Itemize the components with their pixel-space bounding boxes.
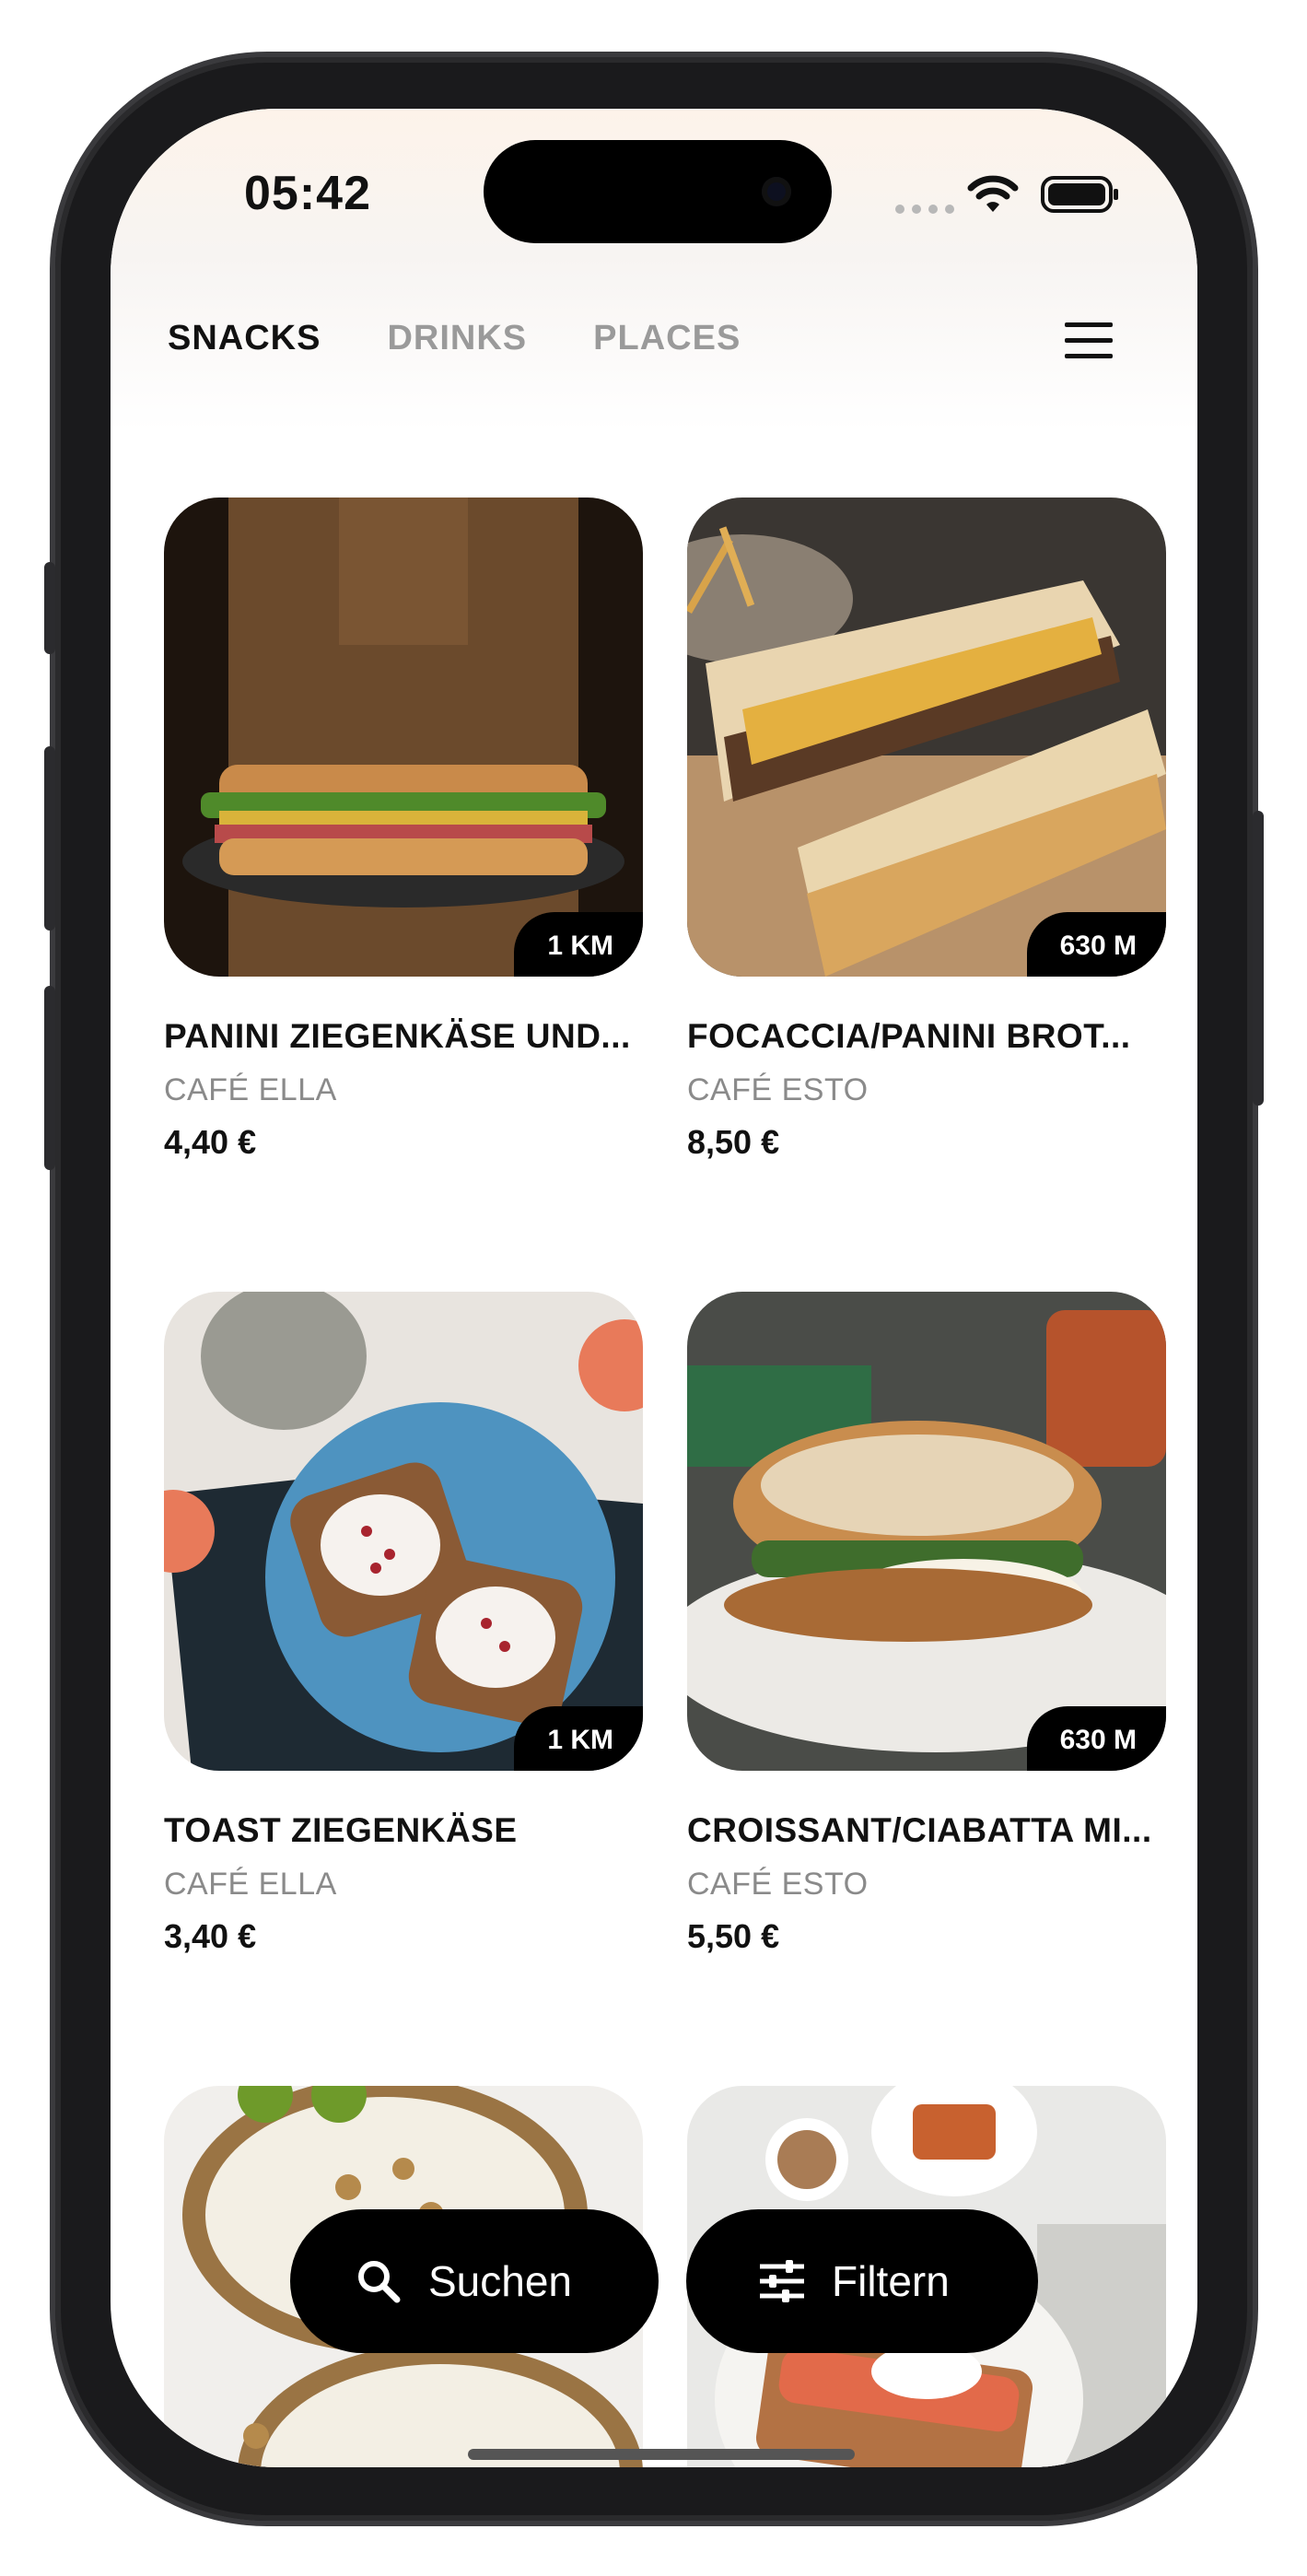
item-title[interactable]: TOAST ZIEGENKÄSE xyxy=(164,1811,643,1850)
snack-card[interactable]: 630 M CROISSANT/CIABATTA MI... CAFÉ ESTO… xyxy=(687,1292,1166,1956)
app-screen: 05:42 SNACKS DRINKS PLACES 1 KM PANINI Z… xyxy=(111,109,1197,2467)
item-title[interactable]: FOCACCIA/PANINI BROT... xyxy=(687,1017,1166,1056)
volume-up-button xyxy=(44,746,55,931)
distance-badge: 1 KM xyxy=(514,1706,643,1771)
item-title[interactable]: PANINI ZIEGENKÄSE UND... xyxy=(164,1017,643,1056)
snack-card[interactable]: 1 KM TOAST ZIEGENKÄSE CAFÉ ELLA 3,40 € xyxy=(164,1292,643,1956)
hamburger-menu-icon[interactable] xyxy=(1065,322,1113,359)
power-button xyxy=(1253,811,1264,1106)
focaccia-image[interactable]: 630 M xyxy=(687,498,1166,977)
sliders-icon xyxy=(760,2260,804,2302)
snack-card[interactable]: 1 KM PANINI ZIEGENKÄSE UND... CAFÉ ELLA … xyxy=(164,498,643,1162)
camera-icon xyxy=(762,177,791,206)
distance-badge: 1 KM xyxy=(514,912,643,977)
distance-badge: 630 M xyxy=(1026,1706,1166,1771)
home-indicator[interactable] xyxy=(468,2449,855,2460)
filter-button[interactable]: Filtern xyxy=(686,2209,1038,2353)
cafe-name: CAFÉ ELLA xyxy=(164,1072,337,1107)
tab-places[interactable]: PLACES xyxy=(593,319,741,358)
wifi-icon xyxy=(967,175,1019,212)
action-button xyxy=(44,562,55,654)
snack-card[interactable]: 630 M FOCACCIA/PANINI BROT... CAFÉ ESTO … xyxy=(687,498,1166,1162)
tab-drinks[interactable]: DRINKS xyxy=(387,319,527,358)
search-button[interactable]: Suchen xyxy=(290,2209,659,2353)
croissant-image[interactable]: 630 M xyxy=(687,1292,1166,1771)
panini-image[interactable]: 1 KM xyxy=(164,498,643,977)
volume-down-button xyxy=(44,986,55,1170)
cafe-name: CAFÉ ESTO xyxy=(687,1072,869,1107)
search-icon xyxy=(358,2261,401,2303)
item-title[interactable]: CROISSANT/CIABATTA MI... xyxy=(687,1811,1166,1850)
search-button-label: Suchen xyxy=(428,2257,573,2305)
toast-image[interactable]: 1 KM xyxy=(164,1292,643,1771)
cafe-name: CAFÉ ELLA xyxy=(164,1867,337,1902)
status-time: 05:42 xyxy=(244,167,371,220)
signal-dots-icon xyxy=(895,205,954,214)
filter-button-label: Filtern xyxy=(832,2257,950,2305)
dynamic-island xyxy=(484,140,832,243)
battery-icon xyxy=(1041,176,1118,213)
item-price: 3,40 € xyxy=(164,1917,257,1955)
cafe-name: CAFÉ ESTO xyxy=(687,1867,869,1902)
category-tabs: SNACKS DRINKS PLACES xyxy=(168,319,741,358)
item-price: 4,40 € xyxy=(164,1123,257,1161)
distance-badge: 630 M xyxy=(1026,912,1166,977)
item-price: 8,50 € xyxy=(687,1123,780,1161)
tab-snacks[interactable]: SNACKS xyxy=(168,319,321,358)
item-price: 5,50 € xyxy=(687,1917,780,1955)
